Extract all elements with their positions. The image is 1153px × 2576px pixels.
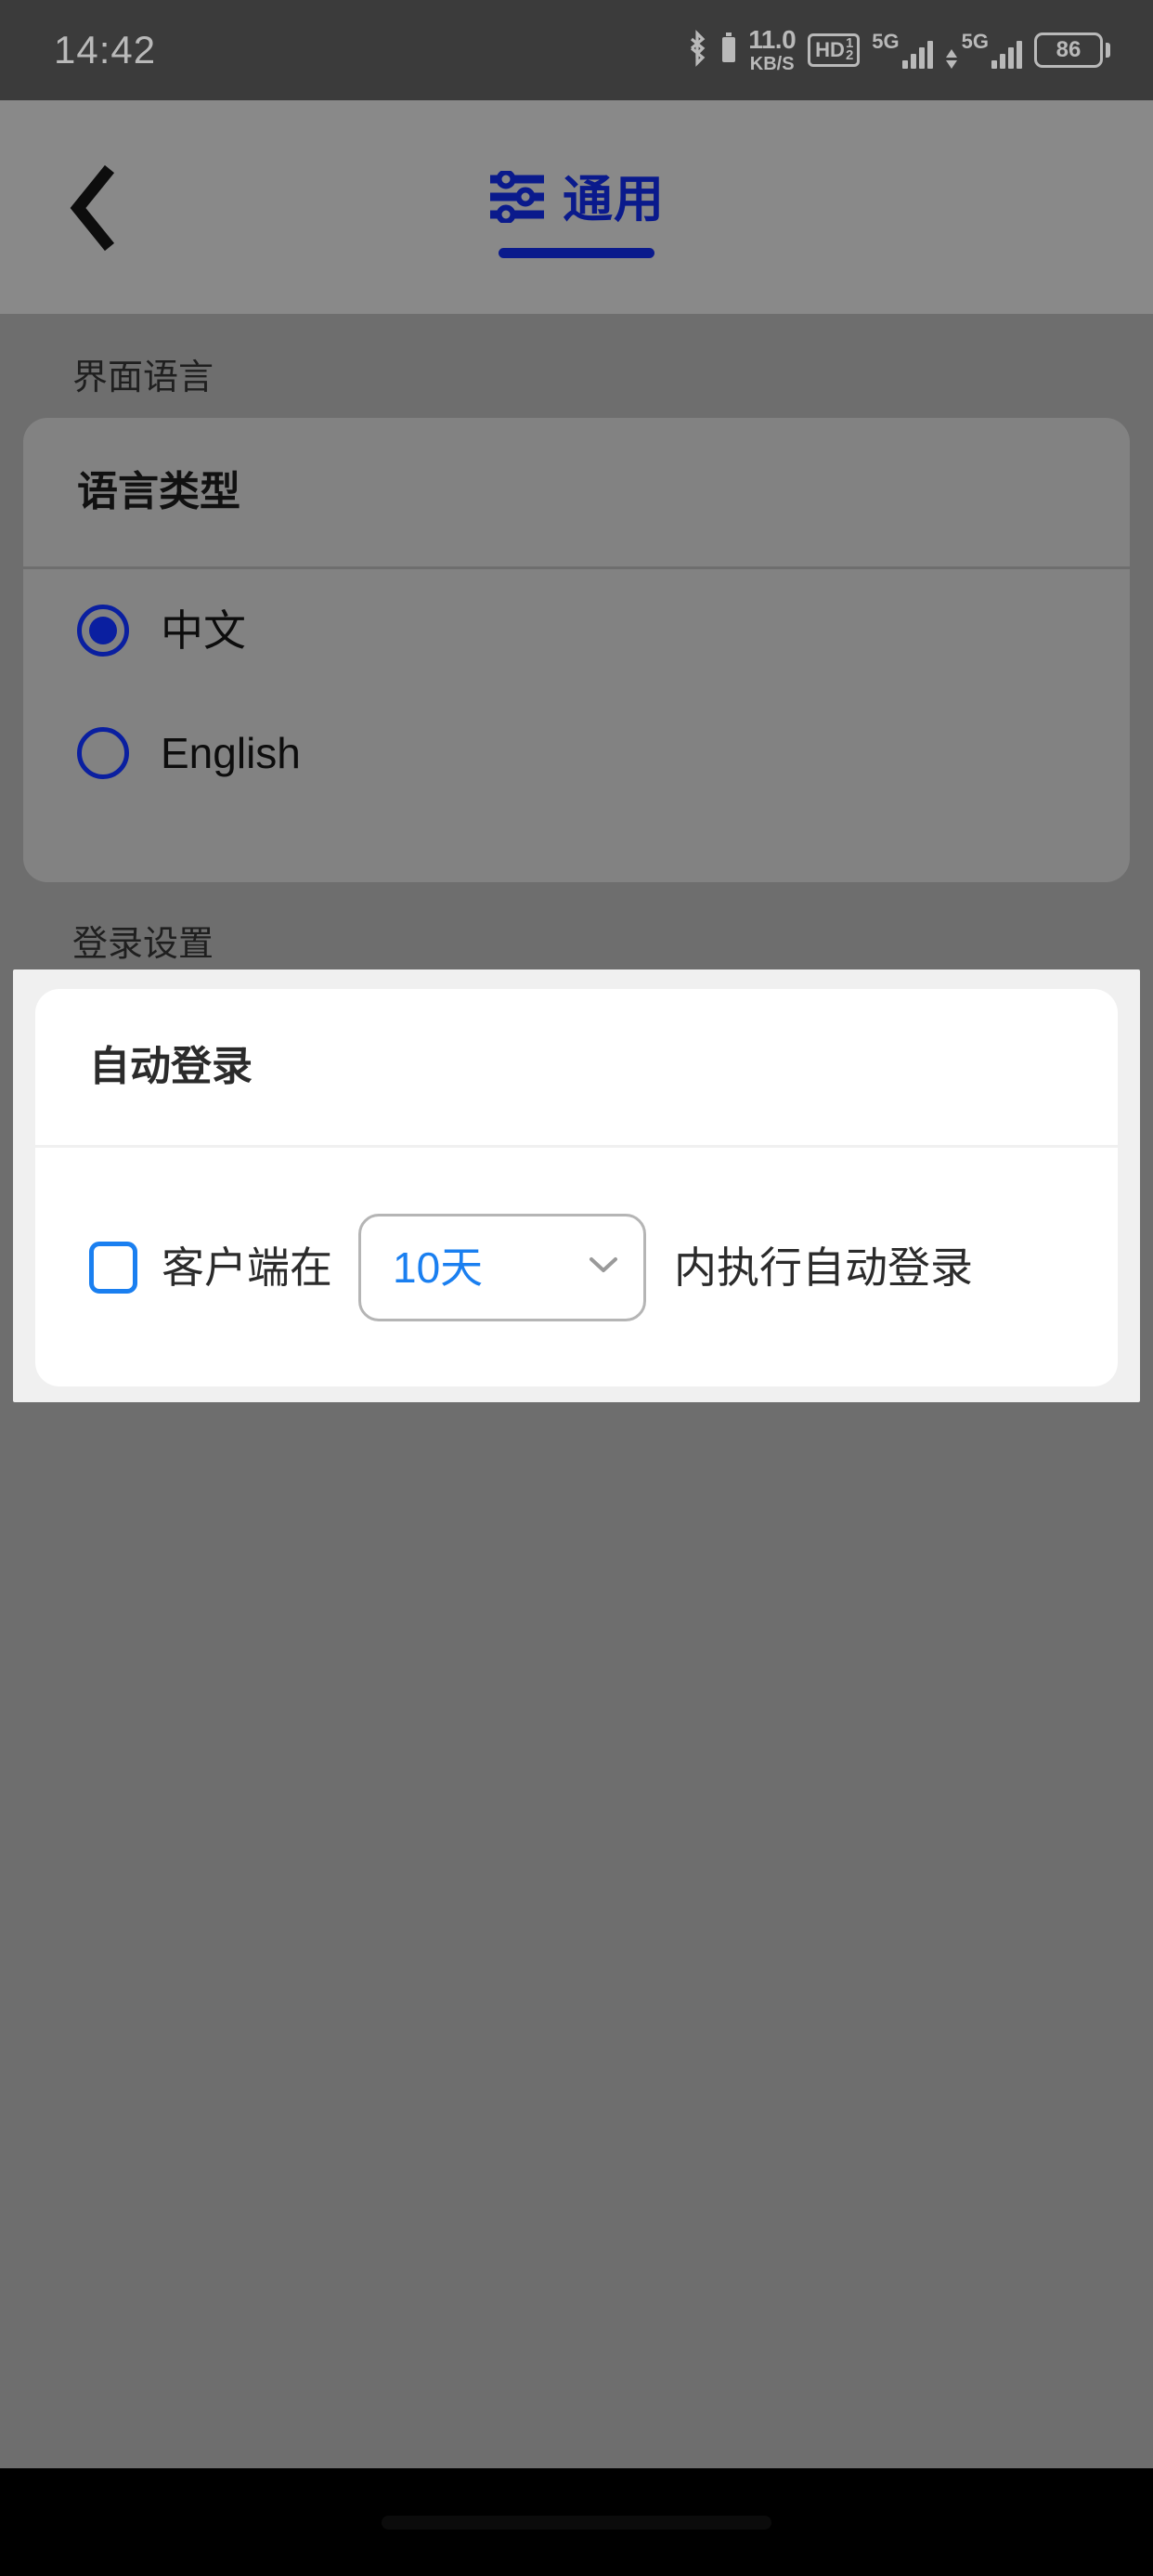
auto-login-days-value: 10天 [393, 1242, 484, 1292]
battery-nub [1106, 43, 1110, 58]
radio-label-english: English [161, 729, 301, 777]
language-card-title: 语言类型 [77, 469, 240, 514]
sim1-signal-icon: 5G [872, 30, 933, 69]
battery-icon: 86 [1034, 33, 1110, 68]
status-icons-group: 11.0 KB/S HD 1 2 5G 5G 86 [687, 27, 1110, 73]
auto-login-text-after: 内执行自动登录 [674, 1242, 973, 1292]
page-title-group: 通用 [0, 169, 1153, 258]
bluetooth-icon [687, 29, 709, 72]
auto-login-card: 自动登录 客户端在 10天 内执行自动登录 [35, 989, 1118, 1386]
radio-dot [89, 617, 117, 644]
page-header: 通用 [0, 100, 1153, 314]
page-title: 通用 [563, 171, 665, 228]
section-label-login-settings: 登录设置 [72, 925, 214, 964]
radio-option-chinese[interactable]: 中文 [23, 569, 1130, 692]
network-speed-indicator: 11.0 KB/S [748, 25, 797, 74]
auto-login-config-row: 客户端在 10天 内执行自动登录 [35, 1148, 1118, 1386]
sim1-network-type: 5G [872, 30, 900, 53]
network-speed-unit: KB/S [749, 54, 795, 74]
bluetooth-device-battery-icon [721, 32, 736, 69]
sim2-network-type: 5G [961, 30, 989, 53]
status-clock: 14:42 [54, 28, 157, 72]
sim2-signal-bars [991, 41, 1022, 69]
radio-button-english[interactable] [77, 727, 129, 779]
chevron-down-icon [588, 1255, 619, 1280]
title-underline [499, 248, 654, 258]
auto-login-days-select[interactable]: 10天 [358, 1213, 646, 1321]
phone-screen: 14:42 11.0 KB/S HD 1 2 5G 5G 86 通用 界面语言 … [0, 0, 1153, 2576]
language-card-header: 语言类型 [23, 418, 1130, 566]
radio-label-chinese: 中文 [161, 606, 246, 655]
radio-button-chinese[interactable] [77, 605, 129, 657]
settings-content: 界面语言 语言类型 中文 English 登录设置 自动登录 客户端在 10天 … [0, 314, 1153, 2576]
hd-voice-icon: HD 1 2 [808, 33, 861, 67]
status-bar: 14:42 11.0 KB/S HD 1 2 5G 5G 86 [0, 0, 1153, 100]
hd-sim2-subscript: 2 [845, 47, 854, 63]
data-transfer-arrows-icon [945, 49, 958, 69]
section-label-interface-language: 界面语言 [72, 358, 214, 397]
system-navigation-bar [0, 2468, 1153, 2576]
auto-login-card-title: 自动登录 [89, 1044, 253, 1089]
auto-login-card-header: 自动登录 [35, 989, 1118, 1145]
auto-login-highlight-region: 自动登录 客户端在 10天 内执行自动登录 [13, 969, 1140, 1402]
auto-login-text-before: 客户端在 [162, 1242, 332, 1292]
battery-level: 86 [1034, 33, 1103, 68]
radio-option-english[interactable]: English [23, 692, 1130, 814]
home-indicator[interactable] [382, 2515, 771, 2530]
hd-label: HD [815, 38, 845, 61]
auto-login-checkbox[interactable] [89, 1241, 137, 1294]
sliders-icon [488, 169, 546, 228]
sim2-signal-icon: 5G [945, 32, 1022, 69]
sim1-signal-bars [901, 41, 933, 69]
network-speed-value: 11.0 [748, 25, 797, 54]
language-type-card: 语言类型 中文 English [23, 418, 1130, 882]
